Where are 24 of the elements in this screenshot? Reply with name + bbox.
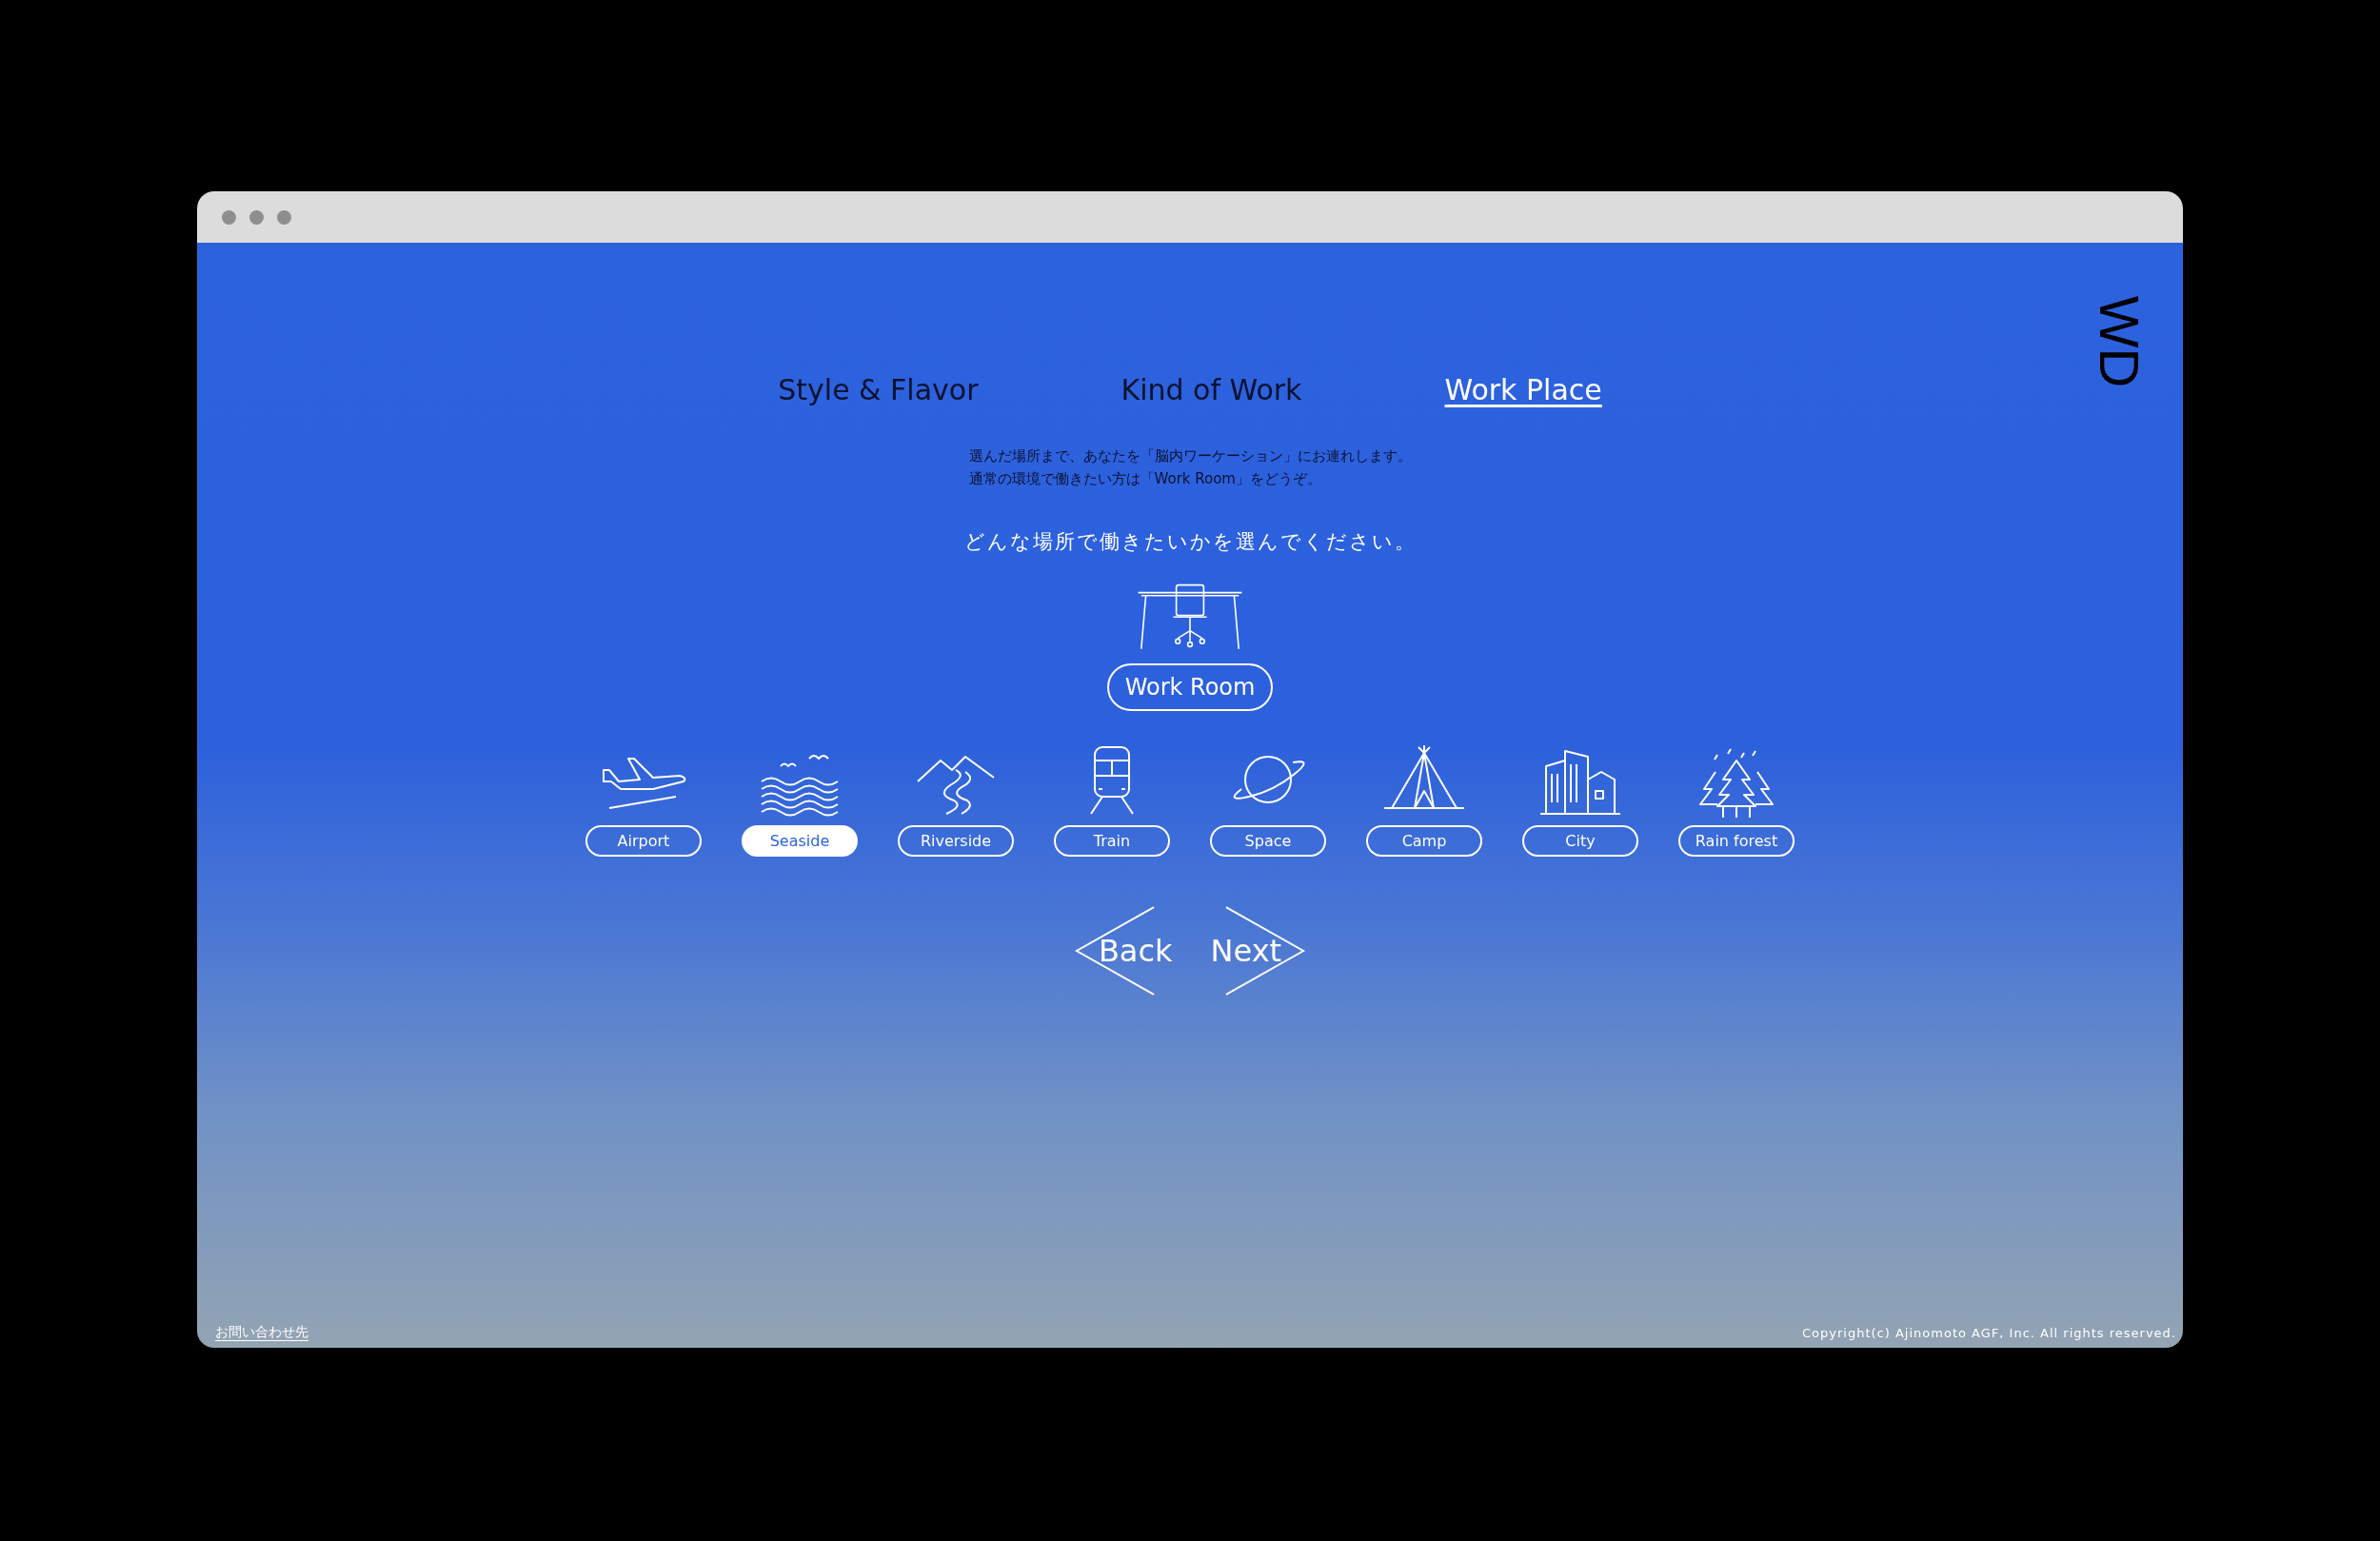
description-text: 選んだ場所まで、あなたを「脳内ワーケーション」にお連れします。 bbox=[968, 446, 1412, 466]
desk-chair-icon bbox=[1137, 583, 1243, 652]
description-text: 通常の環境で働きたい方は「Work Room」をどうぞ。 bbox=[968, 469, 1322, 489]
place-button[interactable]: Riverside bbox=[898, 825, 1014, 857]
contact-link[interactable]: お問い合わせ先 bbox=[215, 1324, 308, 1341]
step-tab[interactable]: Kind of Work bbox=[1121, 373, 1302, 406]
back-button[interactable]: Back bbox=[1073, 904, 1173, 998]
logo[interactable]: WD bbox=[2092, 295, 2148, 388]
copyright-text: Copyright(c) Ajinomoto AGF, Inc. All rights reserved. bbox=[1802, 1325, 2176, 1340]
place-button[interactable]: City bbox=[1522, 825, 1638, 857]
next-button[interactable]: Next bbox=[1210, 904, 1307, 998]
place-button[interactable]: Rain forest bbox=[1678, 825, 1795, 857]
work-room-button[interactable]: Work Room bbox=[1106, 663, 1274, 711]
step-tab[interactable]: Work Place bbox=[1444, 373, 1602, 406]
window-dot[interactable] bbox=[277, 209, 291, 225]
place-button[interactable]: Train bbox=[1054, 825, 1170, 857]
place-button[interactable]: Airport bbox=[585, 825, 702, 857]
prompt-text: どんな場所で働きたいかを選んでください。 bbox=[963, 529, 1417, 555]
place-button[interactable]: Camp bbox=[1366, 825, 1482, 857]
place-button[interactable]: Seaside bbox=[742, 825, 858, 857]
window-dot[interactable] bbox=[222, 209, 236, 225]
step-tab[interactable]: Style & Flavor bbox=[778, 373, 979, 406]
window-dot[interactable] bbox=[249, 209, 264, 225]
place-button[interactable]: Space bbox=[1210, 825, 1326, 857]
